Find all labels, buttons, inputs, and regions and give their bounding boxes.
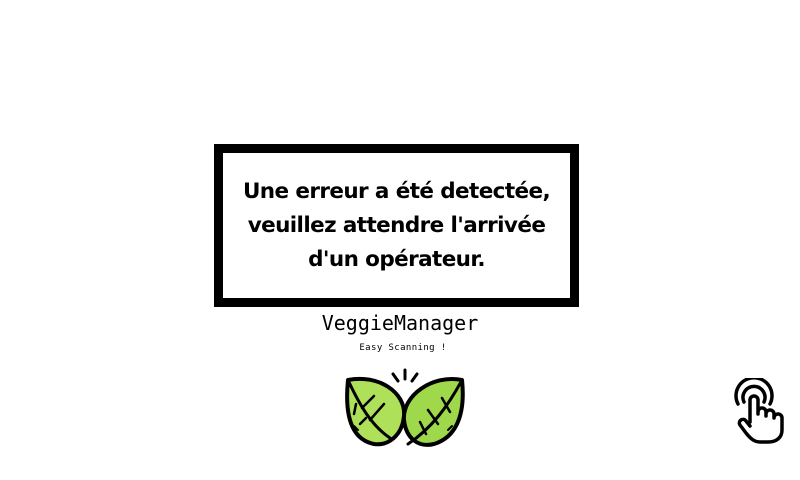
error-screen: Une erreur a été detectée, veuillez atte… bbox=[0, 0, 800, 480]
error-message: Une erreur a été detectée, veuillez atte… bbox=[223, 175, 570, 277]
brand-tagline: Easy Scanning ! bbox=[359, 343, 447, 353]
tap-hand-icon[interactable] bbox=[730, 378, 786, 444]
error-dialog: Une erreur a été detectée, veuillez atte… bbox=[214, 144, 579, 307]
brand-title: VeggieManager bbox=[321, 311, 479, 335]
leaves-icon bbox=[340, 366, 470, 448]
error-message-line: d'un opérateur. bbox=[308, 246, 485, 272]
error-message-line: veuillez attendre l'arrivée bbox=[247, 212, 546, 238]
error-message-line: Une erreur a été detectée, bbox=[242, 178, 551, 204]
